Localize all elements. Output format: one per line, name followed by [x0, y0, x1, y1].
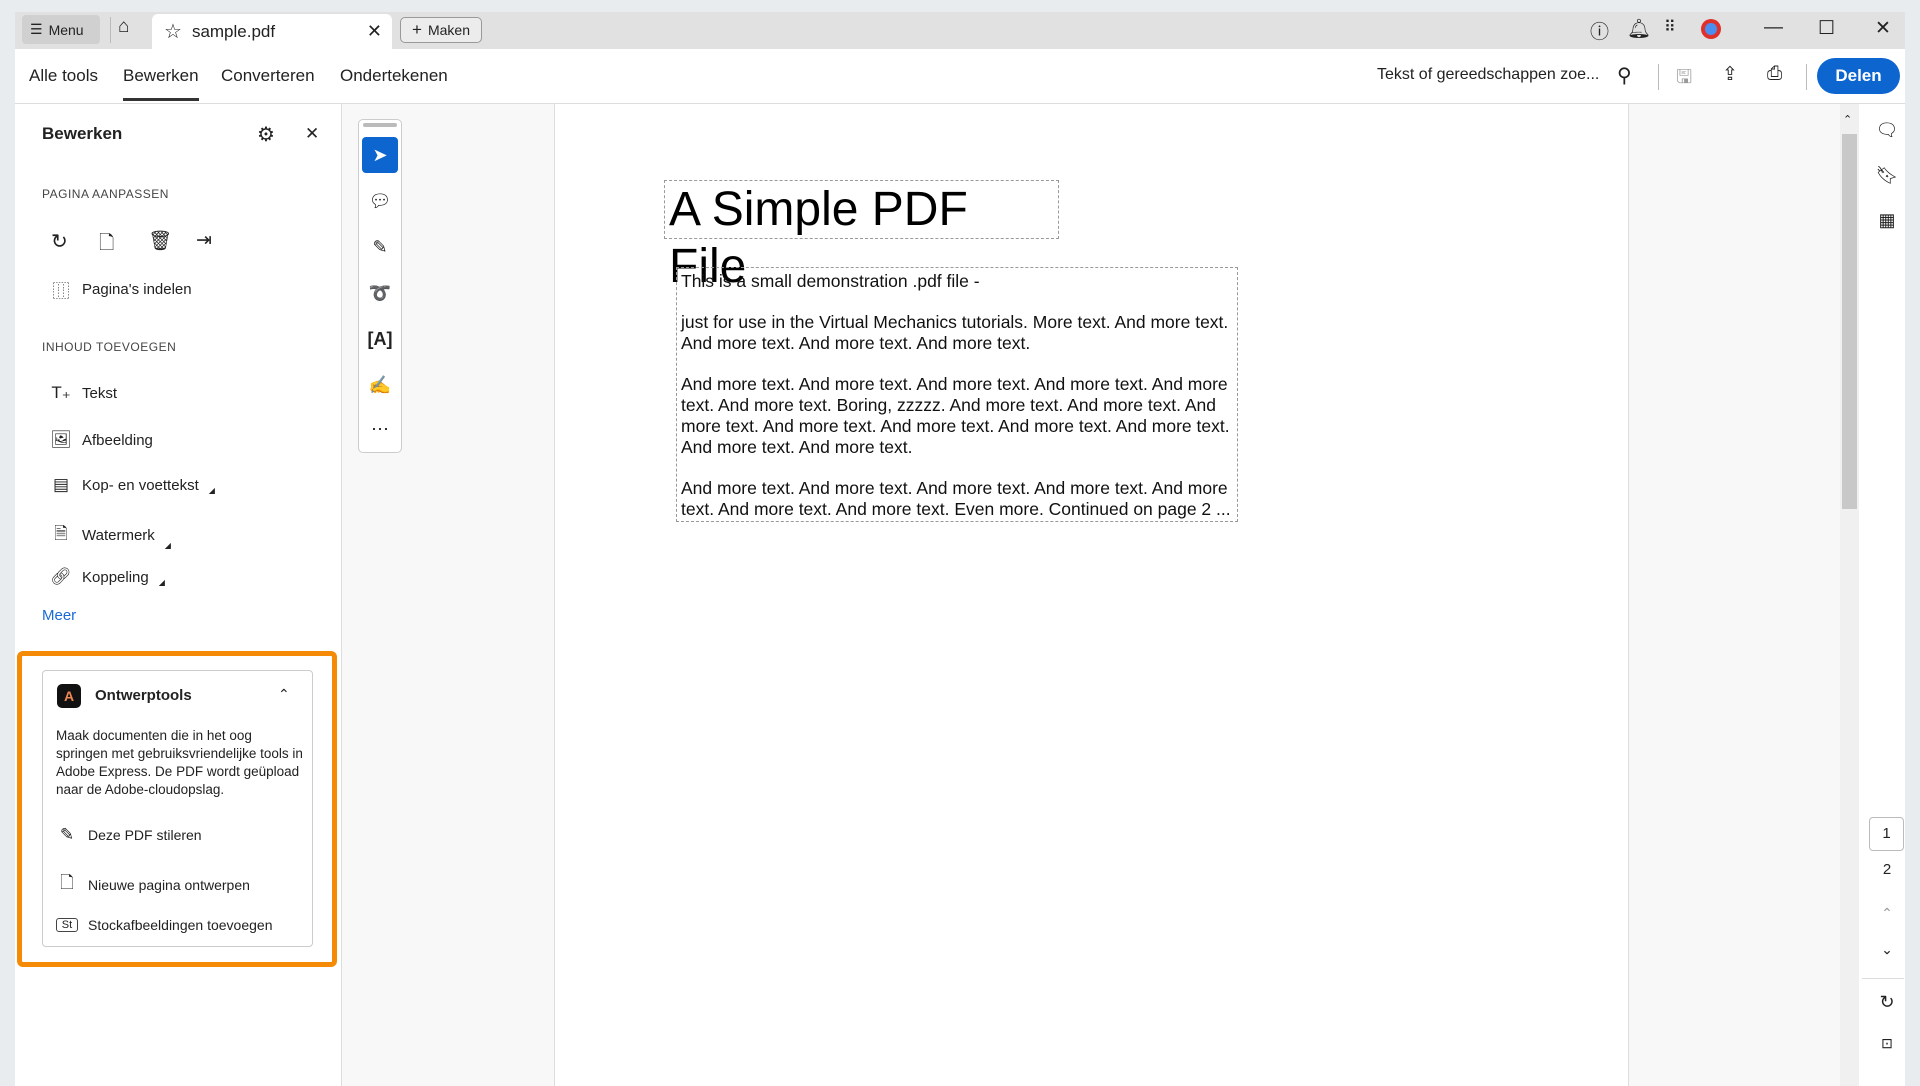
scrollbar-thumb[interactable] — [1842, 134, 1857, 509]
bell-icon[interactable]: 🔔︎ — [1627, 17, 1651, 41]
image-add-icon: 🖼︎ — [50, 430, 72, 450]
design-tools-title: Ontwerptools — [95, 687, 192, 704]
stock-images-item[interactable]: StStockafbeeldingen toevoegen — [56, 917, 272, 933]
design-tools-description: Maak documenten die in het oog springen … — [56, 727, 306, 799]
watermark-icon: 🗎 — [50, 521, 72, 550]
extract-page-icon[interactable]: ⇥ — [196, 229, 212, 252]
organize-icon: ⿲ — [50, 277, 72, 302]
close-window-icon[interactable]: ✕ — [1875, 17, 1891, 40]
current-page[interactable]: 1 — [1869, 817, 1904, 851]
refresh-icon[interactable]: ↻ — [1870, 992, 1904, 1013]
right-rail — [1859, 104, 1905, 1086]
hamburger-icon: ☰ — [30, 21, 43, 38]
search-icon[interactable]: ⚲ — [1617, 63, 1632, 88]
text-add-icon: T₊ — [50, 383, 72, 403]
avatar[interactable] — [1701, 19, 1721, 39]
add-image-item[interactable]: 🖼︎Afbeelding — [50, 430, 153, 450]
scroll-up-icon[interactable]: ⌃ — [1843, 113, 1852, 126]
adobe-express-icon: A — [57, 684, 81, 708]
divider — [1658, 64, 1659, 90]
panel-title: Bewerken — [42, 124, 122, 144]
paragraph: And more text. And more text. And more t… — [681, 374, 1233, 458]
select-tool-icon[interactable]: ➤ — [362, 137, 398, 173]
paragraph: And more text. And more text. And more t… — [681, 478, 1233, 520]
link-icon: 🔗︎ — [50, 567, 72, 587]
canvas-margin — [1628, 104, 1859, 1086]
style-icon: ✎ — [56, 825, 78, 845]
drag-handle[interactable] — [363, 123, 397, 127]
caret-icon: ◢ — [165, 541, 171, 550]
divider — [1862, 978, 1904, 979]
paragraph: just for use in the Virtual Mechanics tu… — [681, 312, 1233, 354]
thumbnails-icon[interactable]: ▦ — [1870, 210, 1904, 231]
tab-sign[interactable]: Ondertekenen — [340, 66, 448, 86]
section-label: PAGINA AANPASSEN — [42, 187, 169, 201]
insert-page-icon[interactable]: 🗋 — [99, 229, 114, 261]
actual-size-icon[interactable]: ⊡ — [1870, 1035, 1904, 1052]
share-button[interactable]: Delen — [1817, 58, 1900, 94]
star-icon[interactable]: ☆ — [164, 19, 182, 44]
bookmarks-icon[interactable]: 🔖︎ — [1870, 165, 1904, 186]
document-tab[interactable]: ☆sample.pdf✕ — [152, 14, 392, 49]
design-tools-card — [42, 670, 313, 947]
cloud-upload-icon[interactable]: ⇪ — [1722, 63, 1738, 86]
print-icon[interactable]: ⎙ — [1767, 63, 1782, 85]
document-title[interactable]: A Simple PDF File — [664, 180, 1059, 239]
comment-add-icon[interactable]: 💬︎ — [362, 183, 398, 219]
comments-icon[interactable]: 🗨 — [1870, 120, 1904, 141]
tab-convert[interactable]: Converteren — [221, 66, 315, 86]
next-page-icon[interactable]: ⌃ — [1870, 940, 1904, 957]
header-footer-item[interactable]: ▤Kop- en voettekst◢ — [50, 475, 215, 495]
caret-icon: ◢ — [209, 486, 215, 495]
prev-page-icon[interactable]: ⌃ — [1870, 905, 1904, 922]
page-2[interactable]: 2 — [1870, 861, 1904, 878]
minimize-icon[interactable]: — — [1764, 17, 1783, 39]
tab-edit[interactable]: Bewerken — [123, 66, 199, 86]
section-label: INHOUD TOEVOEGEN — [42, 340, 176, 354]
more-link[interactable]: Meer — [42, 607, 76, 624]
header-footer-icon: ▤ — [50, 475, 72, 495]
rotate-icon[interactable]: ↻ — [51, 229, 68, 254]
paragraph: This is a small demonstration .pdf file … — [681, 271, 1233, 292]
watermark-item[interactable]: 🗎Watermerk◢ — [50, 521, 171, 550]
design-page-item[interactable]: 🗋Nieuwe pagina ontwerpen — [56, 870, 250, 899]
close-tab-icon[interactable]: ✕ — [367, 21, 382, 42]
quick-tools: ➤ 💬︎ ✎ ➰ [A] ✍ ⋯ — [358, 119, 402, 453]
document-body[interactable]: This is a small demonstration .pdf file … — [676, 267, 1238, 522]
add-text-item[interactable]: T₊Tekst — [50, 383, 117, 403]
organize-pages-item[interactable]: ⿲Pagina's indelen — [50, 277, 192, 302]
text-select-icon[interactable]: [A] — [362, 321, 398, 357]
search-input[interactable]: Tekst of gereedschappen zoe... — [1377, 66, 1599, 84]
home-icon[interactable]: ⌂ — [118, 16, 129, 38]
save-icon[interactable]: 🖫 — [1676, 63, 1692, 95]
style-pdf-item[interactable]: ✎Deze PDF stileren — [56, 825, 202, 845]
trash-icon[interactable]: 🗑 — [148, 229, 172, 253]
tab-all-tools[interactable]: Alle tools — [29, 66, 98, 86]
highlight-pen-icon[interactable]: ✎ — [362, 229, 398, 265]
divider — [110, 17, 111, 43]
close-panel-icon[interactable]: ✕ — [305, 124, 319, 144]
apps-icon[interactable]: ⠿ — [1664, 17, 1676, 37]
create-button[interactable]: +Maken — [400, 17, 482, 43]
caret-icon: ◢ — [159, 578, 165, 587]
new-page-icon: 🗋 — [56, 870, 78, 899]
link-item[interactable]: 🔗︎Koppeling◢ — [50, 567, 165, 587]
more-tools-icon[interactable]: ⋯ — [362, 411, 398, 447]
divider — [1806, 64, 1807, 90]
chevron-up-icon[interactable]: ⌃ — [278, 686, 290, 703]
plus-icon: + — [412, 20, 422, 40]
lasso-icon[interactable]: ➰ — [362, 275, 398, 311]
maximize-icon[interactable]: ☐ — [1818, 17, 1835, 40]
stock-icon: St — [56, 918, 78, 932]
gear-icon[interactable]: ⚙ — [257, 122, 275, 147]
sign-icon[interactable]: ✍ — [362, 367, 398, 403]
menu-button[interactable]: ☰Menu — [22, 15, 100, 44]
help-icon[interactable]: ⓘ — [1590, 17, 1609, 44]
